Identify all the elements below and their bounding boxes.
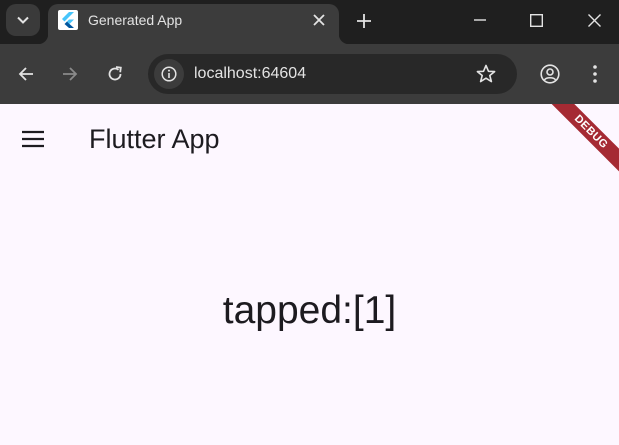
flutter-app-page: Flutter App tapped:[1] DEBUG (0, 104, 619, 445)
address-bar[interactable]: localhost:64604 (148, 54, 517, 94)
drawer-menu-button[interactable] (13, 119, 53, 159)
maximize-button[interactable] (516, 4, 556, 36)
flutter-logo-icon (58, 10, 78, 30)
minimize-icon (474, 19, 486, 21)
info-icon (161, 66, 177, 82)
tab-close-button[interactable] (309, 10, 329, 30)
star-icon (476, 64, 496, 84)
browser-menu-button[interactable] (579, 58, 611, 90)
reload-button[interactable] (99, 58, 131, 90)
profile-button[interactable] (534, 58, 566, 90)
arrow-right-icon (62, 66, 78, 82)
browser-toolbar: localhost:64604 (0, 44, 619, 104)
tab-search-button[interactable] (6, 4, 40, 36)
new-tab-button[interactable] (351, 8, 377, 34)
close-icon (587, 13, 601, 27)
forward-button[interactable] (54, 58, 86, 90)
arrow-left-icon (18, 66, 34, 82)
browser-window: Generated App localhost:64604 Flutter Ap… (0, 0, 619, 445)
tab-title: Generated App (88, 12, 183, 28)
maximize-icon (529, 13, 543, 27)
site-info-button[interactable] (154, 59, 184, 89)
chevron-down-icon (17, 16, 29, 24)
bookmark-button[interactable] (474, 62, 498, 86)
tapped-status-text: tapped:[1] (222, 289, 397, 332)
url-text[interactable]: localhost:64604 (194, 65, 306, 83)
minimize-button[interactable] (460, 4, 500, 36)
back-button[interactable] (10, 58, 42, 90)
tab-strip: Generated App (0, 0, 619, 44)
close-window-button[interactable] (574, 4, 614, 36)
app-title: Flutter App (89, 124, 220, 154)
plus-icon (357, 14, 371, 28)
more-vert-icon (593, 65, 597, 83)
close-icon (313, 14, 325, 26)
account-circle-icon (540, 64, 560, 84)
hamburger-menu-icon (21, 130, 45, 148)
tab-generated-app[interactable]: Generated App (38, 4, 349, 44)
reload-icon (107, 66, 123, 82)
app-bar: Flutter App (0, 104, 619, 174)
